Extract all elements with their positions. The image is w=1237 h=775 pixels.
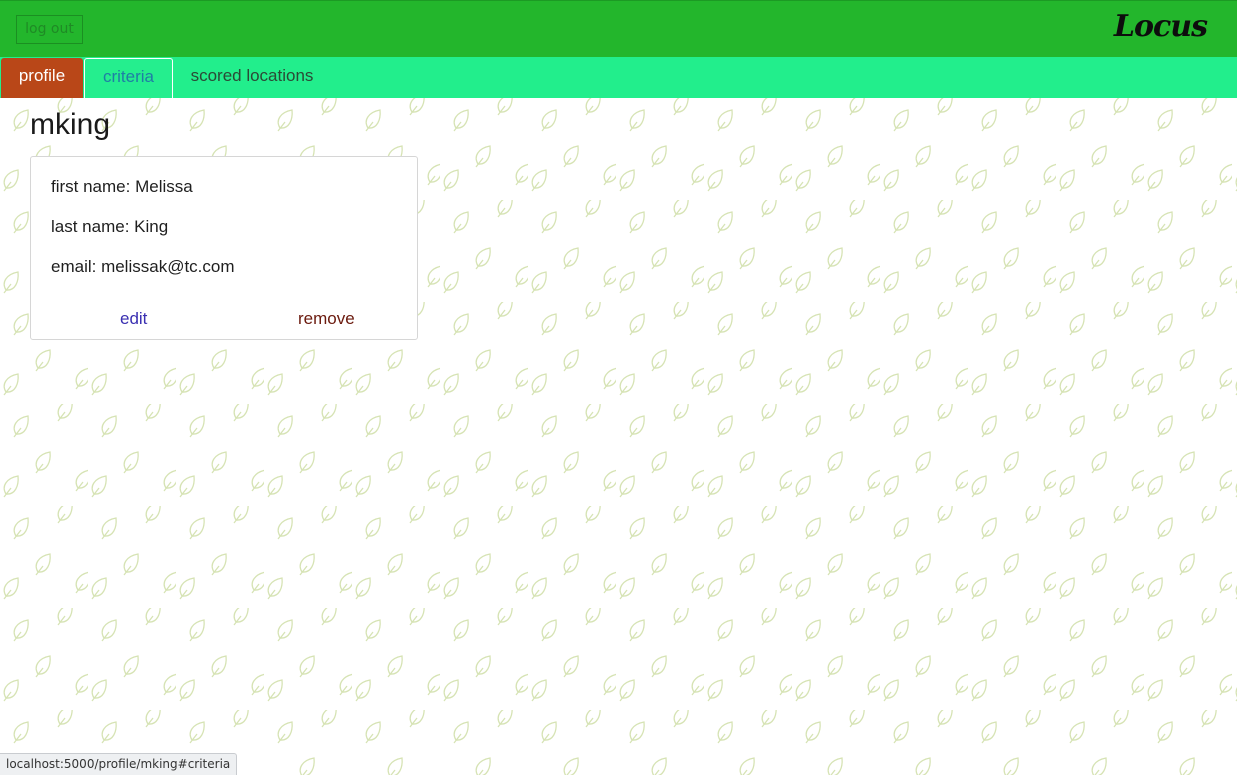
- locus-logo[interactable]: Locus: [1114, 9, 1208, 44]
- tab-bar: profile criteria scored locations: [0, 57, 1237, 98]
- tab-criteria[interactable]: criteria: [84, 58, 173, 98]
- logout-button[interactable]: log out: [16, 15, 83, 44]
- last-name-field: last name: King: [51, 217, 169, 236]
- status-bar-url: localhost:5000/profile/mking#criteria: [0, 753, 238, 775]
- top-navbar: log out Locus: [0, 0, 1237, 57]
- first-name-field: first name: Melissa: [51, 177, 193, 196]
- tab-profile[interactable]: profile: [1, 58, 83, 98]
- remove-button[interactable]: remove: [298, 309, 355, 329]
- email-field: email: melissak@tc.com: [51, 257, 235, 276]
- page-title-username: mking: [30, 108, 111, 141]
- tab-scored-locations[interactable]: scored locations: [176, 58, 328, 98]
- profile-card: first name: Melissa last name: King emai…: [30, 156, 418, 340]
- edit-button[interactable]: edit: [120, 309, 147, 329]
